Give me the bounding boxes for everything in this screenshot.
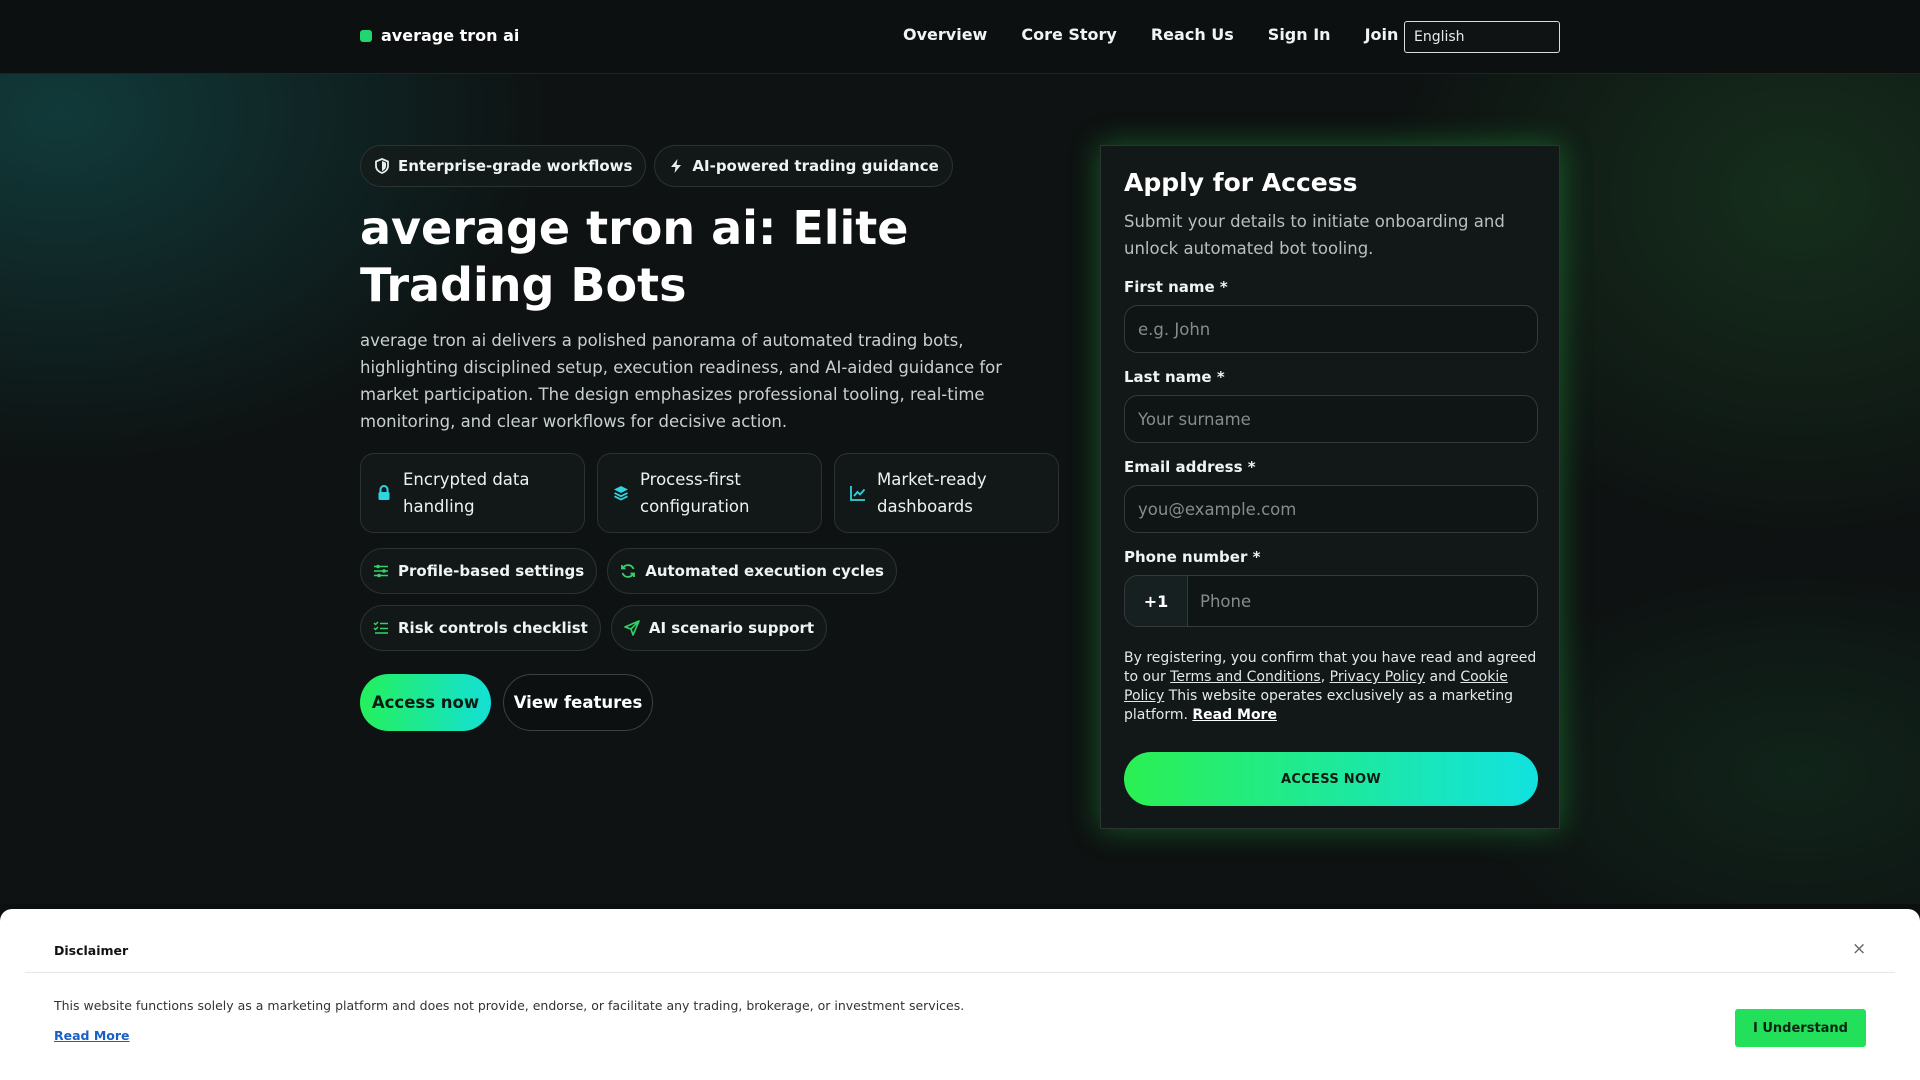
form-title: Apply for Access (1124, 168, 1358, 197)
disclaimer-title: Disclaimer (54, 943, 129, 958)
nav-overview[interactable]: Overview (903, 25, 987, 44)
layers-icon (612, 484, 630, 502)
submit-button[interactable]: ACCESS NOW (1124, 752, 1538, 806)
nav-reach-us[interactable]: Reach Us (1151, 25, 1234, 44)
phone-field: +1 (1124, 575, 1538, 627)
consent-part: This website operates exclusively as a m… (1124, 688, 1513, 723)
checklist-icon (373, 620, 389, 636)
email-input[interactable] (1124, 485, 1538, 533)
hero-description: average tron ai delivers a polished pano… (360, 331, 1003, 431)
chip-label: Enterprise-grade workflows (398, 157, 633, 175)
divider (25, 972, 1895, 973)
consent-part: , (1320, 669, 1330, 685)
pill-label: Risk controls checklist (398, 619, 588, 637)
pill-risk-controls: Risk controls checklist (360, 605, 601, 651)
disclaimer-read-more-link[interactable]: Read More (54, 1028, 130, 1043)
lock-icon (375, 484, 393, 502)
hero-cta-group: Access now View features (360, 674, 653, 731)
line-chart-icon (849, 484, 867, 502)
pill-ai-scenario: AI scenario support (610, 605, 828, 651)
sliders-icon (373, 563, 389, 579)
pill-label: AI scenario support (648, 619, 815, 637)
feature-card-label: Process-first configuration (640, 470, 750, 516)
view-features-button[interactable]: View features (503, 674, 653, 731)
consent-text: By registering, you confirm that you hav… (1124, 649, 1544, 725)
brand-logo[interactable]: average tron ai (360, 26, 519, 45)
email-label: Email address * (1124, 458, 1256, 476)
chip-ai-guidance: AI-powered trading guidance (654, 145, 953, 187)
signup-form: Apply for Access Submit your details to … (1100, 145, 1560, 829)
feature-card-label: Market-ready dashboards (877, 470, 987, 516)
privacy-link[interactable]: Privacy Policy (1330, 669, 1425, 685)
feature-pills-row-2: Risk controls checklist AI scenario supp… (360, 605, 828, 651)
feature-card-encrypted: Encrypted data handling (360, 453, 585, 533)
phone-country-code[interactable]: +1 (1125, 576, 1188, 626)
chip-label: AI-powered trading guidance (692, 157, 939, 175)
first-name-input[interactable] (1124, 305, 1538, 353)
lightning-icon (668, 158, 684, 174)
nav-sign-in[interactable]: Sign In (1268, 25, 1331, 44)
consent-part: and (1425, 669, 1461, 685)
top-navigation-bar: average tron ai Overview Core Story Reac… (0, 0, 1920, 74)
nav-core-story[interactable]: Core Story (1021, 25, 1117, 44)
disclaimer-text: This website functions solely as a marke… (54, 998, 965, 1013)
access-now-button[interactable]: Access now (360, 674, 491, 731)
feature-card-dashboards: Market-ready dashboards (834, 453, 1059, 533)
first-name-label: First name * (1124, 278, 1228, 296)
close-icon[interactable]: × (1852, 939, 1866, 959)
pill-automated-cycles: Automated execution cycles (607, 548, 897, 594)
phone-input[interactable] (1188, 576, 1537, 626)
shield-icon (374, 158, 390, 174)
refresh-icon (620, 563, 636, 579)
pill-label: Profile-based settings (398, 562, 585, 580)
feature-pills-row-1: Profile-based settings Automated executi… (360, 548, 897, 594)
hero-chips: Enterprise-grade workflows AI-powered tr… (360, 145, 953, 187)
hero-title: average tron ai: Elite Trading Bots (360, 201, 909, 312)
language-select[interactable]: English (1404, 21, 1560, 53)
phone-label: Phone number * (1124, 548, 1261, 566)
chip-enterprise-workflows: Enterprise-grade workflows (360, 145, 647, 187)
feature-cards: Encrypted data handling Process-first co… (360, 453, 1059, 533)
logo-square-icon (360, 29, 372, 42)
feature-card-process: Process-first configuration (597, 453, 822, 533)
send-icon (624, 620, 640, 636)
main-nav: Overview Core Story Reach Us Sign In Joi… (903, 25, 1443, 44)
feature-card-label: Encrypted data handling (403, 470, 530, 516)
disclaimer-banner: Disclaimer × This website functions sole… (0, 909, 1920, 1080)
pill-profile-settings: Profile-based settings (360, 548, 598, 594)
last-name-label: Last name * (1124, 368, 1225, 386)
pill-label: Automated execution cycles (645, 562, 884, 580)
i-understand-button[interactable]: I Understand (1735, 1009, 1866, 1047)
terms-link[interactable]: Terms and Conditions (1170, 669, 1321, 685)
form-subtitle: Submit your details to initiate onboardi… (1124, 212, 1505, 258)
last-name-input[interactable] (1124, 395, 1538, 443)
brand-name: average tron ai (381, 26, 520, 45)
read-more-link[interactable]: Read More (1192, 707, 1277, 723)
